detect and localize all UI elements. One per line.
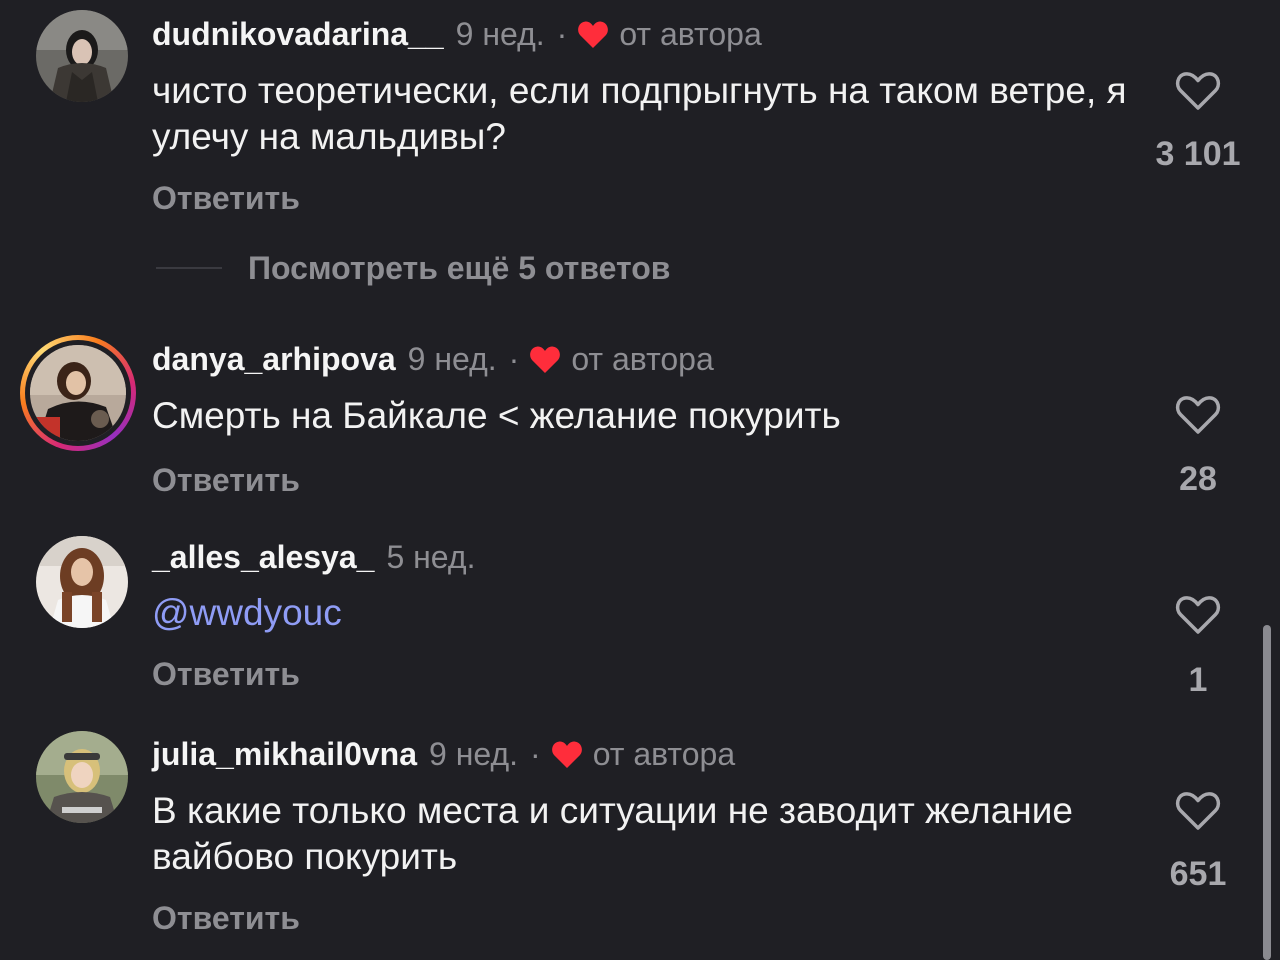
- comment-meta: dudnikovadarina__ 9 нед. · от автора: [152, 14, 762, 54]
- timestamp: 9 нед.: [429, 736, 519, 772]
- heart-outline-icon: [1174, 592, 1222, 636]
- avatar[interactable]: [36, 10, 128, 102]
- heart-filled-icon: [529, 345, 561, 373]
- author-like-label: от автора: [619, 16, 762, 52]
- avatar: [30, 345, 126, 441]
- like-button[interactable]: [1158, 68, 1238, 112]
- separator-dot: ·: [556, 16, 568, 52]
- comment-text: Смерть на Байкале < желание покурить: [152, 395, 841, 436]
- separator-dot: ·: [530, 736, 541, 772]
- avatar[interactable]: [36, 731, 128, 823]
- timestamp: 9 нед.: [455, 16, 545, 52]
- author-like-label: от автора: [592, 736, 736, 772]
- heart-outline-icon: [1174, 788, 1222, 832]
- like-count: 1: [1188, 661, 1208, 699]
- comment-meta: danya_arhipova 9 нед. · от автора: [152, 339, 714, 379]
- comment-meta: julia_mikhail0vna 9 нед. · от автора: [152, 734, 735, 774]
- like-button[interactable]: [1158, 592, 1238, 636]
- heart-filled-icon: [577, 20, 609, 48]
- author-like-label: от автора: [571, 341, 714, 377]
- reply-button[interactable]: Ответить: [152, 178, 300, 218]
- scrollbar[interactable]: [1263, 625, 1271, 960]
- username[interactable]: julia_mikhail0vna: [152, 734, 417, 774]
- separator-dot: ·: [508, 341, 520, 377]
- comment-meta: _alles_alesya_ 5 нед.: [152, 537, 475, 577]
- comment-text: В какие только места и ситуации не завод…: [152, 790, 1073, 877]
- timestamp: 9 нед.: [407, 341, 497, 377]
- timestamp: 5 нед.: [386, 539, 476, 575]
- reply-button[interactable]: Ответить: [152, 898, 300, 938]
- username[interactable]: danya_arhipova: [152, 339, 396, 379]
- avatar[interactable]: [36, 536, 128, 628]
- heart-outline-icon: [1174, 392, 1222, 436]
- like-count: 651: [1169, 855, 1227, 893]
- heart-outline-icon: [1174, 68, 1222, 112]
- username[interactable]: dudnikovadarina__: [152, 14, 444, 54]
- reply-button[interactable]: Ответить: [152, 654, 300, 694]
- like-button[interactable]: [1158, 788, 1238, 832]
- reply-button[interactable]: Ответить: [152, 460, 300, 500]
- comment-text: чисто теоретически, если подпрыгнуть на …: [152, 70, 1127, 157]
- view-more-replies-label: Посмотреть ещё 5 ответов: [248, 249, 671, 286]
- mention-link[interactable]: @wwdyouc: [152, 590, 1142, 636]
- view-more-replies[interactable]: Посмотреть ещё 5 ответов: [156, 248, 670, 288]
- like-button[interactable]: [1158, 392, 1238, 436]
- comments-screen: dudnikovadarina__ 9 нед. · от автора чис…: [0, 0, 1280, 960]
- avatar-story-ring[interactable]: [20, 335, 136, 451]
- heart-filled-icon: [551, 740, 583, 768]
- username[interactable]: _alles_alesya_: [152, 537, 374, 577]
- like-count: 28: [1179, 460, 1217, 498]
- like-count: 3 101: [1155, 135, 1241, 173]
- divider: [156, 267, 222, 269]
